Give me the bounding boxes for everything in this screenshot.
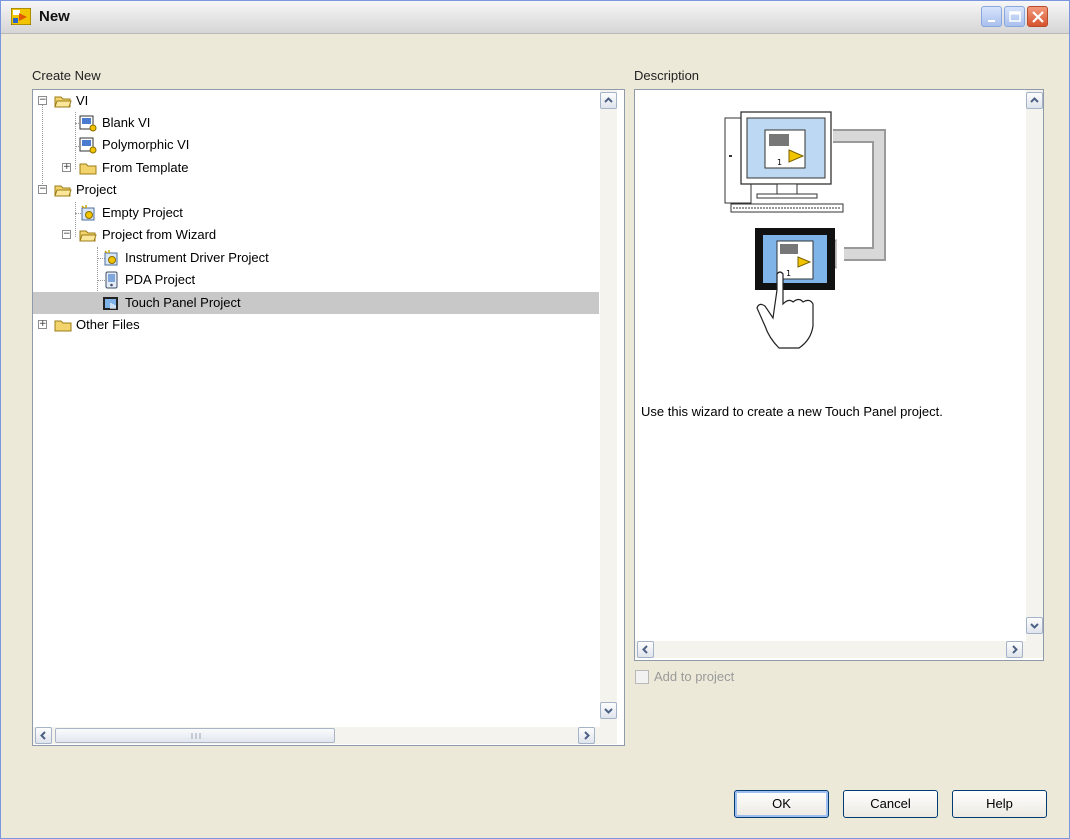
description-panel: 1 1 Use this wizard to create a new Touc… <box>634 89 1044 661</box>
tree-item-blank-vi[interactable]: Blank VI <box>33 112 599 134</box>
maximize-icon <box>1009 11 1021 22</box>
touch-panel-icon <box>103 297 118 310</box>
folder-open-icon <box>54 96 72 108</box>
folder-open-icon <box>54 185 72 197</box>
chevron-up-icon <box>1030 97 1039 103</box>
scroll-down-button[interactable] <box>1026 617 1043 634</box>
chevron-left-icon <box>40 731 46 740</box>
collapse-icon[interactable]: − <box>38 185 47 194</box>
tree-item-touch-panel-project[interactable]: Touch Panel Project <box>33 292 599 314</box>
folder-icon <box>79 163 97 175</box>
add-to-project-label: Add to project <box>654 669 735 684</box>
tree-item-instrument-driver-project[interactable]: Instrument Driver Project <box>33 247 599 269</box>
chevron-down-icon <box>604 708 613 714</box>
pda-icon <box>105 271 118 289</box>
description-label: Description <box>634 68 700 83</box>
scroll-right-button[interactable] <box>1006 641 1023 658</box>
expand-icon[interactable]: + <box>38 320 47 329</box>
vi-icon <box>79 115 97 132</box>
create-new-tree[interactable]: − VI Blank VI Polymorphic VI + From Temp… <box>32 89 625 746</box>
ok-button[interactable]: OK <box>734 790 829 818</box>
minimize-button[interactable] <box>981 6 1002 27</box>
chevron-right-icon <box>584 731 590 740</box>
tree-item-vi[interactable]: − VI <box>33 90 599 112</box>
maximize-button[interactable] <box>1004 6 1025 27</box>
tree-item-label: Instrument Driver Project <box>125 250 269 265</box>
description-text: Use this wizard to create a new Touch Pa… <box>641 404 943 419</box>
tree-item-project[interactable]: − Project <box>33 179 599 201</box>
tree-item-label: Project from Wizard <box>102 227 217 242</box>
folder-open-icon <box>79 230 97 242</box>
minimize-icon <box>988 20 995 22</box>
window-title: New <box>39 8 70 25</box>
tree-item-pda-project[interactable]: PDA Project <box>33 269 599 291</box>
tree-item-label: Touch Panel Project <box>125 295 241 310</box>
tree-horizontal-scrollbar[interactable] <box>33 727 617 744</box>
cancel-button[interactable]: Cancel <box>843 790 938 818</box>
chevron-up-icon <box>604 97 613 103</box>
tree-item-other-files[interactable]: + Other Files <box>33 314 599 336</box>
close-button[interactable] <box>1027 6 1048 27</box>
tree-item-label: Polymorphic VI <box>102 137 190 152</box>
svg-text:1: 1 <box>786 269 791 278</box>
scroll-down-button[interactable] <box>600 702 617 719</box>
tree-item-project-from-wizard[interactable]: − Project from Wizard <box>33 224 599 246</box>
title-bar[interactable]: New <box>1 1 1069 34</box>
tree-item-label: PDA Project <box>125 272 196 287</box>
project-icon <box>81 205 95 221</box>
tree-item-label: VI <box>76 93 89 108</box>
labview-app-icon <box>11 8 31 25</box>
svg-text:1: 1 <box>777 158 782 167</box>
new-dialog-window: New Create New − VI Blank VI Polymorphic… <box>0 0 1070 839</box>
chevron-down-icon <box>1030 623 1039 629</box>
create-new-label: Create New <box>32 68 101 83</box>
add-to-project-checkbox[interactable] <box>635 670 649 684</box>
tree-item-label: Other Files <box>76 317 140 332</box>
project-wizard-icon <box>104 250 118 266</box>
tree-item-polymorphic-vi[interactable]: Polymorphic VI <box>33 134 599 156</box>
tree-item-empty-project[interactable]: Empty Project <box>33 202 599 224</box>
tree-item-label: Blank VI <box>102 115 151 130</box>
scroll-right-button[interactable] <box>578 727 595 744</box>
scroll-left-button[interactable] <box>35 727 52 744</box>
chevron-right-icon <box>1012 645 1018 654</box>
tree-item-label: Empty Project <box>102 205 183 220</box>
tree-item-label: Project <box>76 182 117 197</box>
tree-vertical-scrollbar[interactable] <box>600 90 617 727</box>
scroll-left-button[interactable] <box>637 641 654 658</box>
vi-icon <box>79 137 97 154</box>
scroll-thumb[interactable] <box>55 728 335 743</box>
help-button[interactable]: Help <box>952 790 1047 818</box>
expand-icon[interactable]: + <box>62 163 71 172</box>
close-icon <box>1032 11 1044 23</box>
touch-panel-deploy-illustration: 1 1 <box>724 111 886 349</box>
scroll-up-button[interactable] <box>1026 92 1043 109</box>
description-horizontal-scrollbar[interactable] <box>635 641 1043 658</box>
tree-item-label: From Template <box>102 160 189 175</box>
tree-item-from-template[interactable]: + From Template <box>33 157 599 179</box>
description-vertical-scrollbar[interactable] <box>1026 90 1043 641</box>
grip-icon <box>191 733 201 739</box>
collapse-icon[interactable]: − <box>38 96 47 105</box>
folder-icon <box>54 320 72 332</box>
chevron-left-icon <box>642 645 648 654</box>
collapse-icon[interactable]: − <box>62 230 71 239</box>
scroll-up-button[interactable] <box>600 92 617 109</box>
